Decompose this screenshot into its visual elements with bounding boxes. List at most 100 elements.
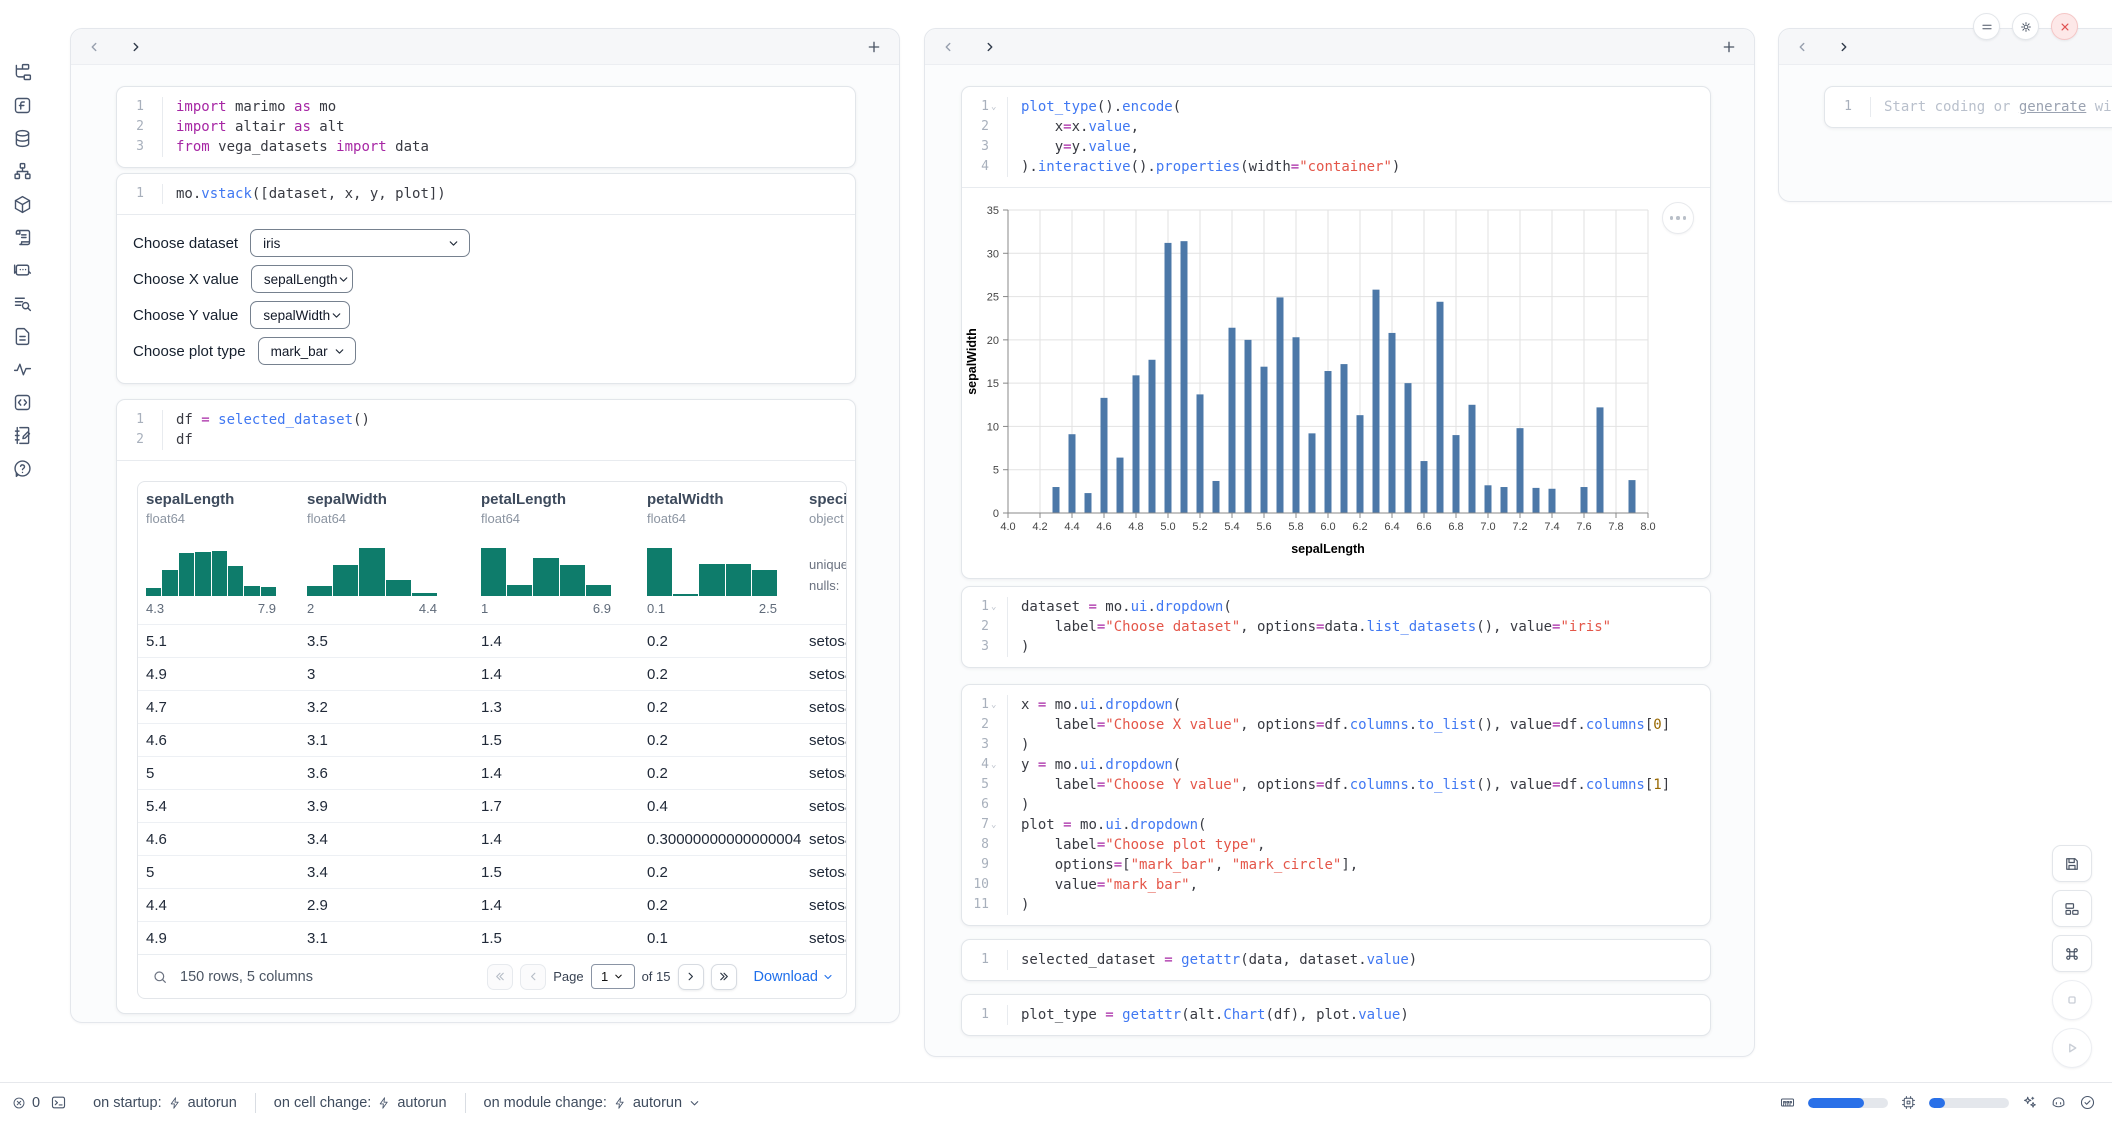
prev-page-button[interactable] — [520, 964, 546, 990]
menu-button[interactable] — [1973, 13, 2000, 40]
table-column-header[interactable]: petalLengthfloat6416.9 — [473, 482, 639, 624]
cell-plot-type-code[interactable]: 1 plot_type = getattr(alt.Chart(df), plo… — [962, 995, 1710, 1035]
cell-imports-code[interactable]: 1 import marimo as mo2 import altair as … — [117, 87, 855, 167]
column-next-icon[interactable] — [975, 32, 1005, 62]
dropdown-select-sepalWidth[interactable]: sepalWidth — [250, 301, 350, 329]
dropdown-label: Choose plot type — [133, 343, 246, 360]
database-icon[interactable] — [0, 122, 44, 155]
next-page-button[interactable] — [678, 964, 704, 990]
sparkles-icon[interactable] — [2021, 1094, 2038, 1111]
bar-chart[interactable]: 4.04.24.44.64.85.05.25.45.65.86.06.26.46… — [962, 188, 1712, 573]
table-row[interactable]: 5.13.51.40.2setosa — [138, 624, 846, 657]
logs-search-icon[interactable] — [0, 287, 44, 320]
code-line: 4 ).interactive().properties(width="cont… — [962, 157, 1710, 177]
code-line: 2 df — [117, 430, 855, 450]
help-icon[interactable] — [0, 452, 44, 485]
column-dtype: float64 — [481, 510, 639, 528]
search-icon[interactable] — [152, 969, 168, 985]
download-link[interactable]: Download — [754, 969, 835, 985]
ai-chat-icon[interactable] — [0, 254, 44, 287]
first-page-button[interactable] — [487, 964, 513, 990]
table-cell: 3.6 — [299, 765, 473, 782]
document-icon[interactable] — [0, 320, 44, 353]
chart-x-axis-title: sepalLength — [1291, 542, 1365, 556]
table-row[interactable]: 53.61.40.2setosa — [138, 756, 846, 789]
activity-icon[interactable] — [0, 353, 44, 386]
line-number: 2 — [117, 430, 163, 450]
dependency-graph-icon[interactable] — [0, 155, 44, 188]
cell-dataframe: 1 df = selected_dataset()2 df sepalLength… — [116, 399, 856, 1014]
table-row[interactable]: 4.93.11.50.1setosa — [138, 921, 846, 954]
column-histogram — [307, 540, 437, 596]
last-page-button[interactable] — [711, 964, 737, 990]
table-column-header[interactable]: petalWidthfloat640.12.5 — [639, 482, 801, 624]
column-prev-icon[interactable] — [933, 32, 963, 62]
add-cell-icon[interactable] — [863, 36, 885, 58]
table-row[interactable]: 4.73.21.30.2setosa — [138, 690, 846, 723]
column-prev-icon[interactable] — [79, 32, 109, 62]
table-column-header[interactable]: speciesobjectunique:nulls: — [801, 482, 847, 624]
table-cell: setosa — [801, 765, 847, 782]
table-row[interactable]: 4.63.11.50.2setosa — [138, 723, 846, 756]
ram-usage-meter — [1808, 1098, 1888, 1108]
scratchpad-icon[interactable] — [0, 419, 44, 452]
table-row[interactable]: 4.931.40.2setosa — [138, 657, 846, 690]
command-palette-button[interactable] — [2052, 935, 2092, 972]
code-text: label="Choose Y value", options=df.colum… — [1008, 775, 1670, 795]
save-button[interactable] — [2052, 845, 2092, 882]
cell-plot-code[interactable]: 1⌄plot_type().encode(2 x=x.value,3 y=y.v… — [962, 87, 1710, 187]
table-cell: 4.7 — [138, 699, 299, 716]
column-name: petalLength — [481, 490, 639, 510]
settings-button[interactable] — [2012, 13, 2039, 40]
column-next-icon[interactable] — [1829, 32, 1859, 62]
code-text: x=x.value, — [1008, 117, 1139, 137]
functions-icon[interactable] — [0, 89, 44, 122]
cell-plot: 1⌄plot_type().encode(2 x=x.value,3 y=y.v… — [961, 86, 1711, 579]
snippets-icon[interactable] — [0, 386, 44, 419]
code-text: label="Choose plot type", — [1008, 835, 1265, 855]
error-indicator[interactable]: 0 — [12, 1095, 40, 1111]
cell-dataframe-code[interactable]: 1 df = selected_dataset()2 df — [117, 400, 855, 460]
copilot-icon[interactable] — [2050, 1094, 2067, 1111]
file-tree-icon[interactable] — [0, 56, 44, 89]
table-row[interactable]: 4.42.91.40.2setosa — [138, 888, 846, 921]
code-text: ) — [1008, 795, 1029, 815]
column-prev-icon[interactable] — [1787, 32, 1817, 62]
page-select[interactable]: 1 — [591, 964, 635, 989]
runtime-setting-1[interactable]: on startup:autorun — [93, 1095, 237, 1111]
cell-xy-plot-dropdowns-code[interactable]: 1⌄x = mo.ui.dropdown(2 label="Choose X v… — [962, 685, 1710, 925]
add-cell-icon[interactable] — [1718, 36, 1740, 58]
table-column-header[interactable]: sepalWidthfloat6424.4 — [299, 482, 473, 624]
runtime-setting-2[interactable]: on cell change:autorun — [274, 1095, 447, 1111]
dropdown-select-sepalLength[interactable]: sepalLength — [251, 265, 353, 293]
table-row[interactable]: 5.43.91.70.4setosa — [138, 789, 846, 822]
close-button[interactable] — [2051, 13, 2078, 40]
table-column-header[interactable]: sepalLengthfloat644.37.9 — [138, 482, 299, 624]
table-row[interactable]: 4.63.41.40.30000000000000004setosa — [138, 822, 846, 855]
stop-button[interactable] — [2052, 980, 2092, 1020]
action-button-stack — [2052, 845, 2092, 1076]
cell-new-empty-code[interactable]: 1 Start coding or generate with AI — [1825, 87, 2112, 127]
terminal-icon[interactable] — [50, 1094, 67, 1111]
svg-text:5.4: 5.4 — [1224, 521, 1239, 533]
package-icon[interactable] — [0, 188, 44, 221]
run-button[interactable] — [2052, 1028, 2092, 1068]
svg-text:7.8: 7.8 — [1608, 521, 1623, 533]
check-circle-icon[interactable] — [2079, 1094, 2096, 1111]
cell-vstack-code[interactable]: 1 mo.vstack([dataset, x, y, plot]) — [117, 174, 855, 214]
script-icon[interactable] — [0, 221, 44, 254]
separator — [255, 1093, 256, 1113]
dropdown-select-mark_bar[interactable]: mark_bar — [258, 337, 356, 365]
table-cell: 5.1 — [138, 633, 299, 650]
dropdown-select-iris[interactable]: iris — [250, 229, 470, 257]
cell-dataset-dropdown-code[interactable]: 1⌄dataset = mo.ui.dropdown(2 label="Choo… — [962, 587, 1710, 667]
layout-grid-button[interactable] — [2052, 890, 2092, 927]
runtime-setting-3[interactable]: on module change:autorun — [484, 1095, 702, 1111]
table-row[interactable]: 53.41.50.2setosa — [138, 855, 846, 888]
column-next-icon[interactable] — [121, 32, 151, 62]
code-line: 11 ) — [962, 895, 1710, 915]
chart-actions-icon[interactable] — [1662, 202, 1694, 234]
cell-selected-dataset-code[interactable]: 1 selected_dataset = getattr(data, datas… — [962, 940, 1710, 980]
svg-text:5.0: 5.0 — [1160, 521, 1175, 533]
dropdown-label: Choose X value — [133, 271, 239, 288]
